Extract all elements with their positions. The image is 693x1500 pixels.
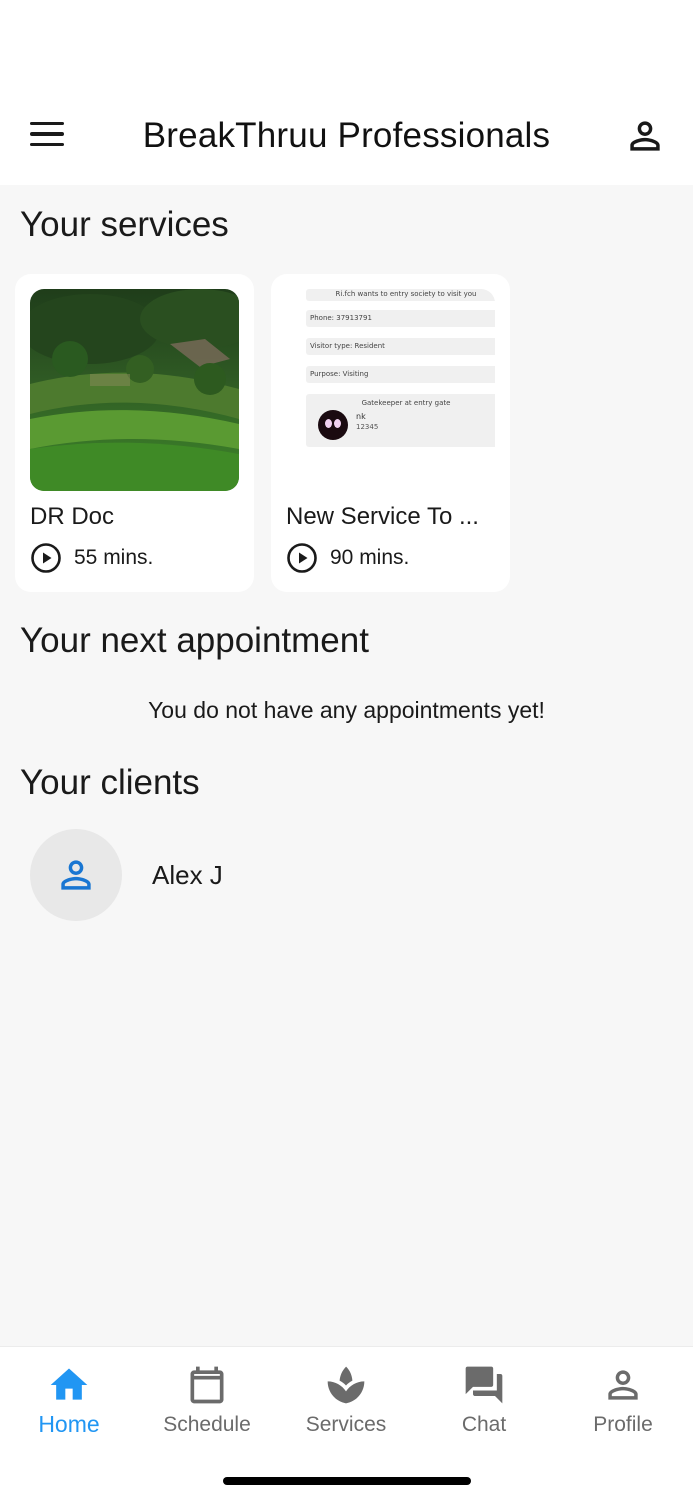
thumb-text: Visitor type: Resident <box>306 338 495 355</box>
service-image: Ri.fch wants to entry society to visit y… <box>286 289 495 491</box>
nav-label: Schedule <box>163 1413 251 1436</box>
menu-icon-line <box>30 132 64 136</box>
nav-item-profile[interactable]: Profile <box>554 1363 692 1437</box>
nav-item-services[interactable]: Services <box>277 1363 415 1437</box>
services-section-title: Your services <box>20 205 229 244</box>
nav-item-schedule[interactable]: Schedule <box>138 1363 276 1437</box>
avatar <box>30 829 122 921</box>
thumb-text: Ri.fch wants to entry society to visit y… <box>306 289 495 301</box>
service-name: New Service To ... <box>286 503 479 530</box>
clients-section-title: Your clients <box>20 763 200 802</box>
nav-item-chat[interactable]: Chat <box>415 1363 553 1437</box>
thumb-avatar <box>318 410 348 440</box>
home-icon <box>50 1368 88 1400</box>
thumb-text: Purpose: Visiting <box>306 366 495 383</box>
thumb-text: Phone: 37913791 <box>306 310 495 327</box>
nav-label: Services <box>305 1413 387 1436</box>
service-card[interactable]: Ri.fch wants to entry society to visit y… <box>271 274 510 592</box>
service-duration: 55 mins. <box>30 542 153 574</box>
duration-label: 55 mins. <box>74 546 154 569</box>
person-icon <box>608 1370 638 1400</box>
thumb-text: nk <box>356 412 366 421</box>
menu-button[interactable] <box>30 116 74 152</box>
play-circle-icon <box>287 543 317 573</box>
chat-icon <box>465 1366 503 1404</box>
calendar-icon <box>190 1366 224 1404</box>
service-card[interactable]: DR Doc 55 mins. <box>15 274 254 592</box>
account-icon[interactable] <box>623 114 667 158</box>
service-image <box>30 289 239 491</box>
play-circle-icon <box>31 543 61 573</box>
menu-icon-line <box>30 142 64 147</box>
bottom-nav: Home Schedule Services Chat Profile <box>0 1346 693 1500</box>
thumb-text: Gatekeeper at entry gate <box>361 399 451 407</box>
client-name: Alex J <box>152 859 223 890</box>
client-list-item[interactable]: Alex J <box>30 829 670 921</box>
nav-label: Chat <box>461 1413 507 1436</box>
nav-item-home[interactable]: Home <box>0 1363 138 1438</box>
status-bar <box>0 0 693 86</box>
menu-icon-line <box>30 121 64 126</box>
thumb-text: 12345 <box>356 423 379 431</box>
spa-icon <box>327 1366 365 1404</box>
service-duration: 90 mins. <box>286 542 409 574</box>
duration-label: 90 mins. <box>330 546 410 569</box>
person-icon <box>61 860 91 890</box>
service-name: DR Doc <box>30 503 115 530</box>
nav-label: Home <box>38 1411 100 1437</box>
thumb-panel: Gatekeeper at entry gate nk 12345 <box>306 394 495 447</box>
app-header: BreakThruu Professionals <box>0 86 693 185</box>
no-appointments-message: You do not have any appointments yet! <box>148 697 545 723</box>
appointments-section-title: Your next appointment <box>20 621 369 660</box>
nav-label: Profile <box>593 1413 653 1436</box>
home-indicator[interactable] <box>223 1477 471 1485</box>
app-title: BreakThruu Professionals <box>142 115 551 155</box>
